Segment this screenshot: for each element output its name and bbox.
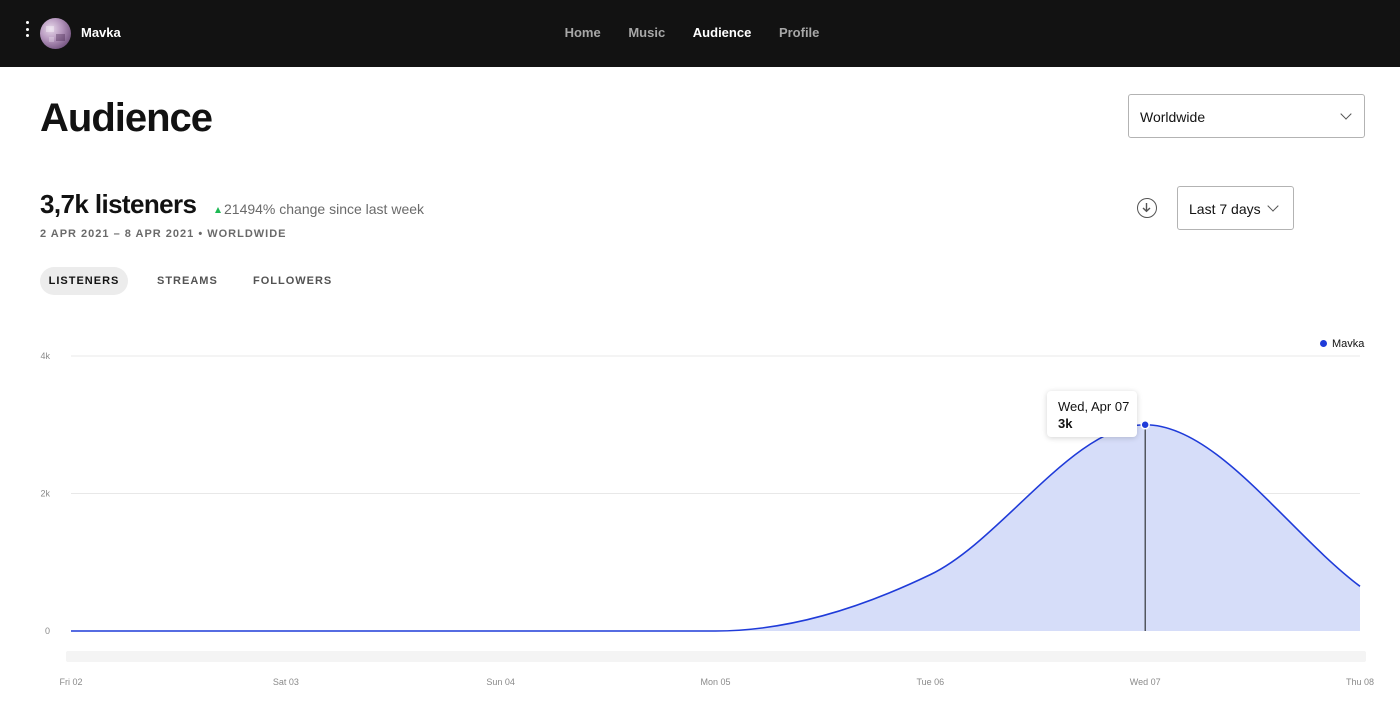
y-tick-label: 4k (40, 351, 50, 361)
series-area (71, 424, 1360, 631)
x-tick-label: Sat 03 (273, 677, 299, 687)
x-tick-label: Thu 08 (1346, 677, 1374, 687)
tooltip-date: Wed, Apr 07 (1058, 399, 1130, 414)
x-tick-label: Tue 06 (916, 677, 944, 687)
hover-point (1140, 420, 1150, 430)
chart-tooltip: Wed, Apr 07 3k (1047, 391, 1137, 437)
y-tick-label: 0 (45, 626, 50, 636)
x-tick-label: Sun 04 (486, 677, 515, 687)
y-tick-label: 2k (40, 489, 50, 499)
chart-scroll-track (66, 651, 1366, 662)
x-tick-label: Wed 07 (1130, 677, 1161, 687)
tooltip-value: 3k (1058, 416, 1073, 431)
x-tick-label: Fri 02 (59, 677, 82, 687)
x-tick-label: Mon 05 (700, 677, 730, 687)
listeners-chart: 0 2k 4k Fri 02 Sat 03 Sun 04 Mon 05 Tue 06 Wed 0… (40, 351, 1374, 687)
